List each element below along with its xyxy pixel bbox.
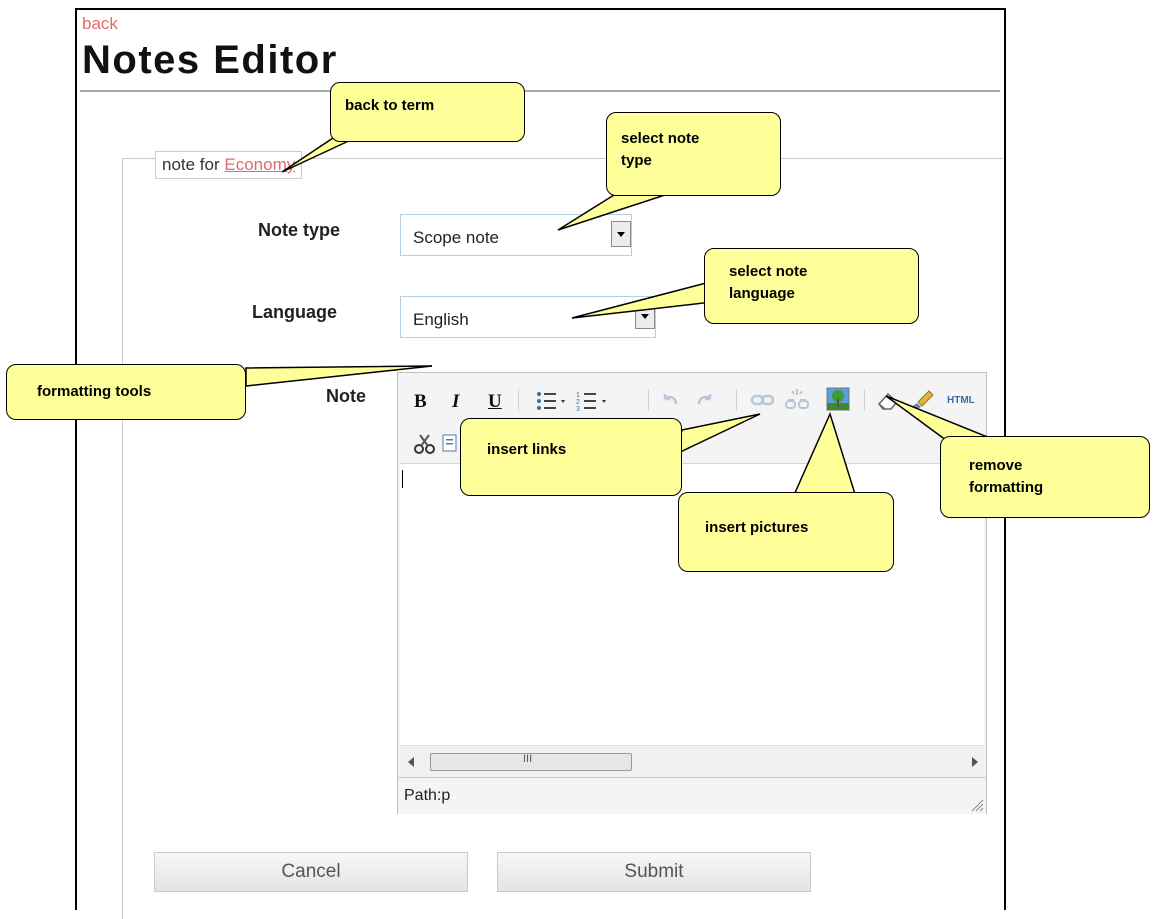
underline-icon[interactable]: U: [488, 391, 502, 413]
callout-select-note-type: select note type: [606, 112, 781, 196]
scroll-right-arrow-icon[interactable]: [970, 756, 980, 768]
callout-insert-links: insert links: [460, 418, 682, 496]
copy-icon[interactable]: [442, 433, 458, 453]
note-type-value: Scope note: [413, 228, 500, 247]
svg-text:2: 2: [576, 399, 580, 406]
page-title: Notes Editor: [82, 38, 338, 82]
image-icon[interactable]: [826, 387, 850, 411]
editor-status-bar: Path:p: [398, 777, 986, 814]
redo-icon[interactable]: [694, 389, 716, 411]
link-icon[interactable]: [750, 391, 776, 409]
callout-remove-formatting: remove formatting: [940, 436, 1150, 518]
undo-icon[interactable]: [660, 389, 682, 411]
unlink-icon[interactable]: [784, 387, 810, 411]
note-type-label: Note type: [258, 220, 341, 240]
title-divider: [80, 90, 1000, 92]
html-icon[interactable]: HTML: [947, 395, 975, 406]
callout-insert-pictures: insert pictures: [678, 492, 894, 572]
scroll-grip: III: [523, 753, 533, 765]
language-label: Language: [252, 302, 338, 322]
scrollbar-thumb[interactable]: III: [430, 753, 632, 771]
note-label: Note: [326, 386, 366, 406]
language-value: English: [413, 310, 469, 329]
eraser-icon[interactable]: [876, 389, 902, 411]
legend-prefix: note for: [162, 155, 225, 174]
italic-icon[interactable]: I: [452, 391, 459, 413]
submit-button[interactable]: Submit: [497, 852, 811, 892]
callout-formatting-tools: formatting tools: [6, 364, 246, 420]
cut-icon[interactable]: [414, 433, 436, 455]
svg-text:3: 3: [576, 406, 580, 413]
bold-icon[interactable]: B: [414, 391, 427, 413]
editor-path: Path:p: [404, 787, 451, 804]
term-link[interactable]: Economy: [224, 155, 295, 174]
horizontal-scrollbar[interactable]: III: [400, 745, 984, 778]
text-caret: [402, 470, 403, 488]
cancel-button[interactable]: Cancel: [154, 852, 468, 892]
fieldset-legend: note for Economy: [155, 151, 303, 179]
note-type-select[interactable]: Scope note: [400, 214, 632, 256]
back-link[interactable]: back: [82, 14, 118, 34]
bullet-list-icon[interactable]: [536, 389, 570, 415]
scroll-left-arrow-icon[interactable]: [406, 756, 416, 768]
chevron-down-icon[interactable]: [635, 303, 655, 329]
numbered-list-icon[interactable]: 1 2 3: [576, 389, 612, 415]
resize-handle-icon[interactable]: [970, 798, 984, 812]
paint-brush-icon[interactable]: [906, 387, 936, 413]
callout-back-to-term: back to term: [330, 82, 525, 142]
chevron-down-icon[interactable]: [611, 221, 631, 247]
callout-select-note-language: select note language: [704, 248, 919, 324]
svg-text:1: 1: [576, 392, 580, 399]
language-select[interactable]: English: [400, 296, 656, 338]
